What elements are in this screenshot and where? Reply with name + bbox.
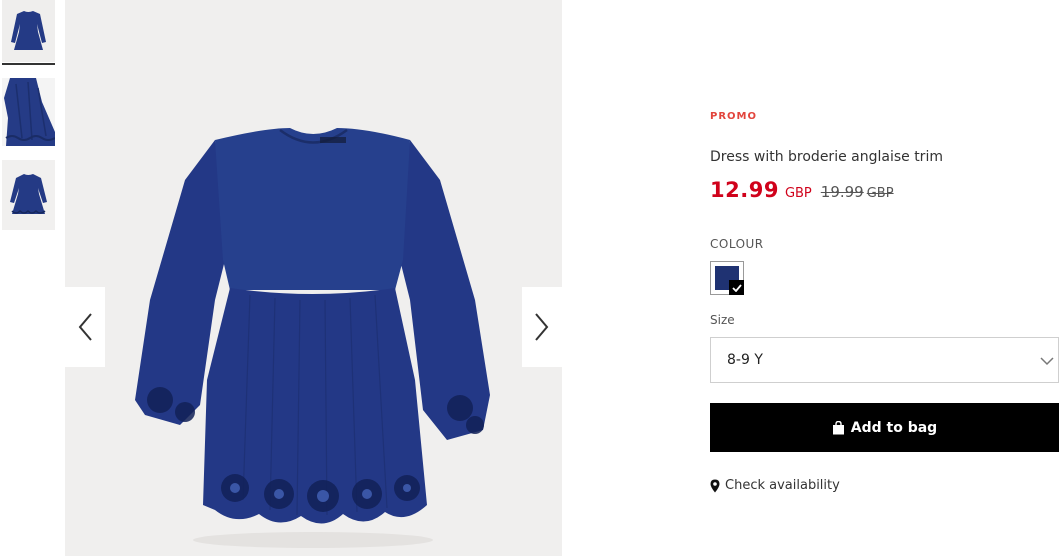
thumbnail-1[interactable] [2,0,55,62]
add-to-bag-label: Add to bag [850,419,938,436]
original-price: 19.99 [820,183,864,201]
colour-label: COLOUR [710,237,764,251]
original-price-currency: GBP [866,186,894,201]
sale-price: 12.99 [710,178,779,202]
check-icon [729,280,744,295]
colour-swatch-navy[interactable] [710,261,744,295]
product-main-image [65,0,562,556]
sale-price-currency: GBP [784,186,812,201]
price-block: 12.99 GBP 19.99 GBP [710,178,894,202]
next-image-button[interactable] [522,287,562,367]
size-selected-value: 8-9 Y [727,352,763,368]
add-to-bag-button[interactable]: Add to bag [710,403,1059,452]
chevron-down-icon [1040,357,1054,366]
thumbnail-strip [0,0,62,556]
product-title: Dress with broderie anglaise trim [710,149,943,165]
product-info-panel: PROMO Dress with broderie anglaise trim … [710,0,1059,556]
dress-image [65,0,562,556]
location-pin-icon [710,479,720,492]
check-availability-label: Check availability [725,478,840,493]
shopping-bag-icon [832,420,844,434]
previous-image-button[interactable] [65,287,105,367]
size-label: Size [710,313,735,327]
promo-badge: PROMO [710,111,757,122]
chevron-left-icon [78,313,92,341]
check-availability-link[interactable]: Check availability [710,478,840,493]
active-thumbnail-indicator [2,63,55,65]
size-select[interactable]: 8-9 Y [710,337,1059,383]
chevron-right-icon [535,313,549,341]
thumbnail-2[interactable] [2,78,55,146]
thumbnail-3[interactable] [2,160,55,230]
